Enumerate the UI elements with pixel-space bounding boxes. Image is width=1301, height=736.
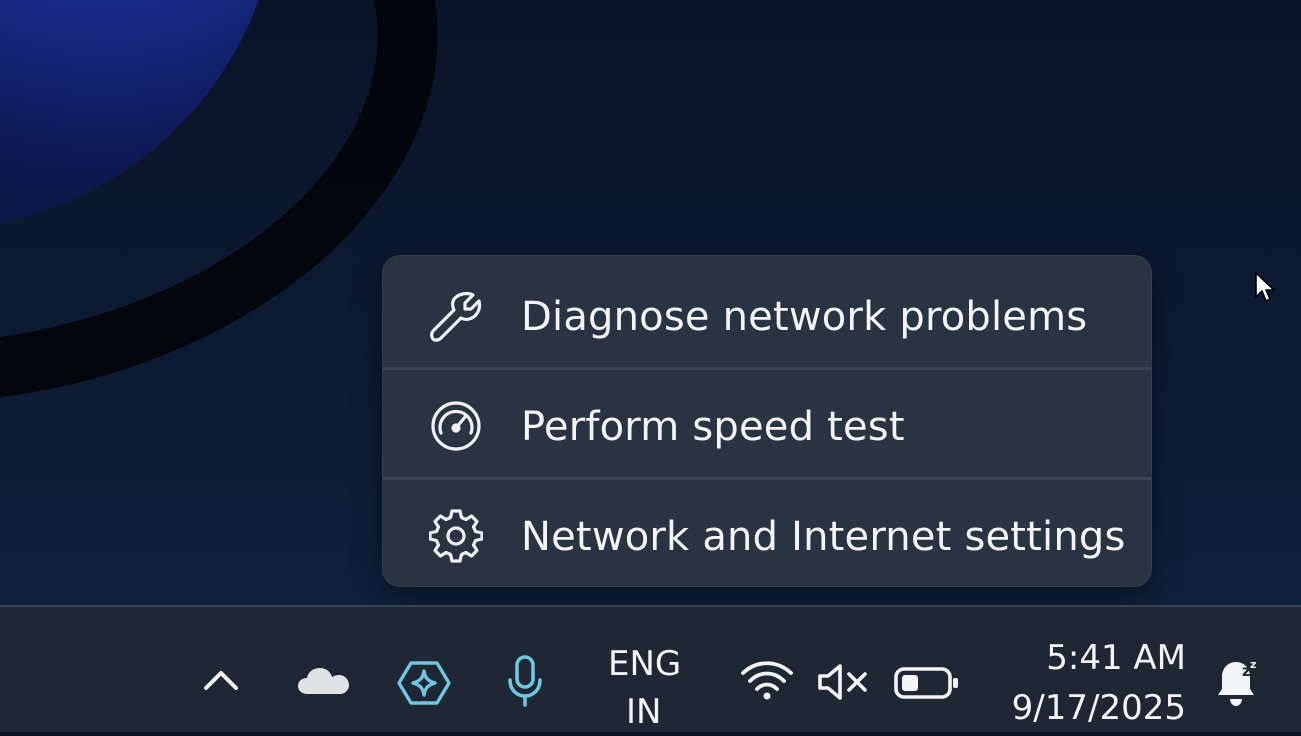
taskbar: ENG IN 5:41 AM 9/17/2025 z z — [0, 605, 1301, 732]
wallpaper-bloom — [0, 0, 280, 230]
notification-bell-snooze-icon: z z — [1212, 655, 1262, 713]
onedrive-button[interactable] — [294, 659, 352, 705]
volume-muted-icon — [816, 662, 870, 706]
menu-item-label: Network and Internet settings — [521, 514, 1126, 560]
region-code: IN — [626, 692, 662, 732]
menu-item-network-and-internet-settings[interactable]: Network and Internet settings — [383, 480, 1151, 586]
copilot-icon — [397, 659, 451, 711]
microphone-icon — [505, 654, 545, 712]
clock-button[interactable]: 5:41 AM 9/17/2025 — [1000, 631, 1190, 731]
onedrive-cloud-icon — [296, 664, 350, 700]
network-status-button[interactable] — [738, 657, 796, 707]
menu-item-label: Diagnose network problems — [521, 294, 1088, 340]
svg-text:z: z — [1250, 658, 1256, 671]
speedometer-icon — [429, 399, 483, 453]
chevron-up-icon — [202, 668, 240, 696]
menu-item-diagnose-network-problems[interactable]: Diagnose network problems — [383, 260, 1151, 370]
language-indicator[interactable]: ENG IN — [600, 637, 692, 733]
wrench-icon — [429, 289, 483, 343]
volume-button[interactable] — [814, 661, 872, 707]
copilot-button[interactable] — [396, 657, 452, 713]
menu-item-perform-speed-test[interactable]: Perform speed test — [383, 370, 1151, 480]
clock-time: 5:41 AM — [1046, 638, 1186, 678]
language-code: ENG — [608, 644, 682, 684]
gear-icon — [429, 509, 483, 563]
battery-icon — [892, 665, 960, 705]
show-hidden-icons-button[interactable] — [198, 659, 244, 705]
clock-date: 9/17/2025 — [1011, 688, 1186, 728]
battery-button[interactable] — [890, 665, 962, 705]
mouse-pointer-icon — [1255, 272, 1275, 302]
notifications-button[interactable]: z z — [1210, 655, 1264, 713]
microphone-button[interactable] — [502, 655, 548, 711]
network-context-menu: Diagnose network problems Perform speed … — [382, 255, 1152, 587]
menu-item-label: Perform speed test — [521, 404, 905, 450]
wifi-icon — [740, 658, 794, 706]
